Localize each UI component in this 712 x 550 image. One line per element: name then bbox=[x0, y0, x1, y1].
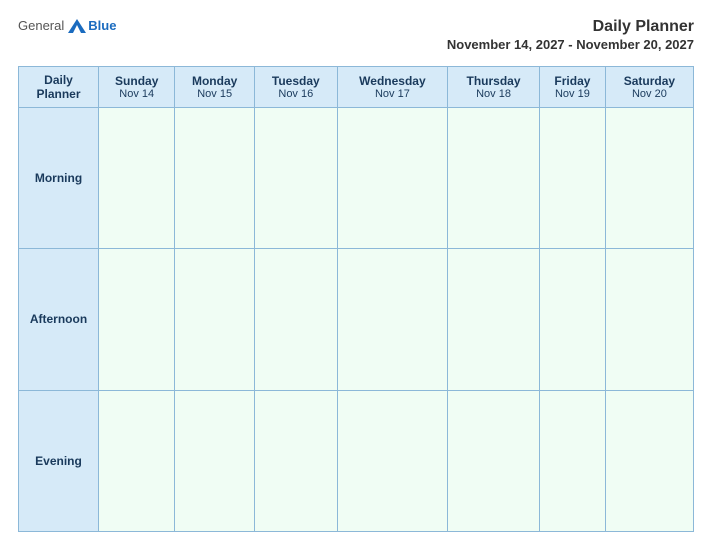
evening-tuesday-cell[interactable] bbox=[254, 390, 337, 531]
col-friday-name: Friday bbox=[544, 74, 601, 88]
afternoon-wednesday-cell[interactable] bbox=[337, 249, 447, 390]
evening-saturday-cell[interactable] bbox=[605, 390, 693, 531]
morning-label: Morning bbox=[19, 108, 99, 249]
afternoon-monday-cell[interactable] bbox=[175, 249, 254, 390]
afternoon-row: Afternoon bbox=[19, 249, 694, 390]
afternoon-sunday-cell[interactable] bbox=[99, 249, 175, 390]
corner-header: Daily Planner bbox=[19, 67, 99, 108]
col-wednesday-date: Nov 17 bbox=[342, 88, 443, 100]
col-saturday-date: Nov 20 bbox=[610, 88, 689, 100]
col-header-wednesday: Wednesday Nov 17 bbox=[337, 67, 447, 108]
afternoon-thursday-cell[interactable] bbox=[448, 249, 540, 390]
col-header-sunday: Sunday Nov 14 bbox=[99, 67, 175, 108]
morning-thursday-cell[interactable] bbox=[448, 108, 540, 249]
afternoon-friday-cell[interactable] bbox=[540, 249, 606, 390]
logo-text: General Blue bbox=[18, 18, 116, 33]
col-monday-name: Monday bbox=[179, 74, 249, 88]
evening-wednesday-cell[interactable] bbox=[337, 390, 447, 531]
date-range: November 14, 2027 - November 20, 2027 bbox=[447, 37, 694, 52]
morning-monday-cell[interactable] bbox=[175, 108, 254, 249]
logo-blue-text: Blue bbox=[88, 18, 116, 33]
morning-saturday-cell[interactable] bbox=[605, 108, 693, 249]
planner-table: Daily Planner Sunday Nov 14 Monday Nov 1… bbox=[18, 66, 694, 532]
col-header-friday: Friday Nov 19 bbox=[540, 67, 606, 108]
afternoon-label: Afternoon bbox=[19, 249, 99, 390]
header-row: Daily Planner Sunday Nov 14 Monday Nov 1… bbox=[19, 67, 694, 108]
logo-area: General Blue bbox=[18, 18, 116, 33]
morning-sunday-cell[interactable] bbox=[99, 108, 175, 249]
col-wednesday-name: Wednesday bbox=[342, 74, 443, 88]
col-tuesday-name: Tuesday bbox=[259, 74, 333, 88]
col-header-tuesday: Tuesday Nov 16 bbox=[254, 67, 337, 108]
corner-line2: Planner bbox=[23, 87, 94, 101]
col-tuesday-date: Nov 16 bbox=[259, 88, 333, 100]
col-monday-date: Nov 15 bbox=[179, 88, 249, 100]
col-header-thursday: Thursday Nov 18 bbox=[448, 67, 540, 108]
evening-friday-cell[interactable] bbox=[540, 390, 606, 531]
page: General Blue Daily Planner November 14, … bbox=[0, 0, 712, 550]
title-area: Daily Planner November 14, 2027 - Novemb… bbox=[447, 18, 694, 54]
main-title: Daily Planner bbox=[593, 18, 694, 35]
corner-line1: Daily bbox=[23, 73, 94, 87]
evening-row: Evening bbox=[19, 390, 694, 531]
col-saturday-name: Saturday bbox=[610, 74, 689, 88]
evening-thursday-cell[interactable] bbox=[448, 390, 540, 531]
morning-wednesday-cell[interactable] bbox=[337, 108, 447, 249]
col-sunday-name: Sunday bbox=[103, 74, 170, 88]
col-thursday-name: Thursday bbox=[452, 74, 535, 88]
afternoon-tuesday-cell[interactable] bbox=[254, 249, 337, 390]
logo-general-text: General bbox=[18, 18, 64, 33]
col-thursday-date: Nov 18 bbox=[452, 88, 535, 100]
col-header-monday: Monday Nov 15 bbox=[175, 67, 254, 108]
evening-sunday-cell[interactable] bbox=[99, 390, 175, 531]
col-friday-date: Nov 19 bbox=[544, 88, 601, 100]
morning-tuesday-cell[interactable] bbox=[254, 108, 337, 249]
col-sunday-date: Nov 14 bbox=[103, 88, 170, 100]
evening-label: Evening bbox=[19, 390, 99, 531]
morning-friday-cell[interactable] bbox=[540, 108, 606, 249]
header: General Blue Daily Planner November 14, … bbox=[18, 18, 694, 54]
afternoon-saturday-cell[interactable] bbox=[605, 249, 693, 390]
evening-monday-cell[interactable] bbox=[175, 390, 254, 531]
morning-row: Morning bbox=[19, 108, 694, 249]
logo-icon bbox=[68, 19, 86, 33]
col-header-saturday: Saturday Nov 20 bbox=[605, 67, 693, 108]
